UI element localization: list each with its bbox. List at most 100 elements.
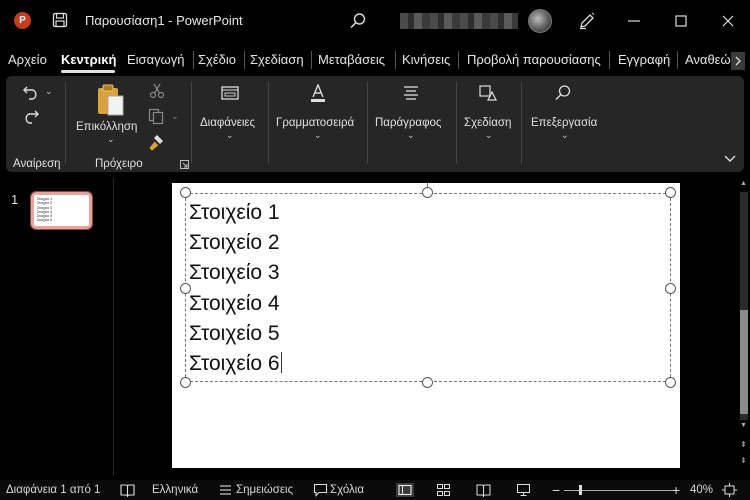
slide-sorter-icon[interactable] xyxy=(436,483,451,497)
active-tab-indicator xyxy=(61,70,115,73)
scroll-up-icon[interactable]: ▲ xyxy=(740,180,747,187)
slides-icon[interactable] xyxy=(220,85,240,101)
text-line: Στοιχείο 6 xyxy=(189,352,280,376)
language-status[interactable]: Ελληνικά xyxy=(152,484,198,496)
redo-icon[interactable] xyxy=(22,108,40,124)
paste-button[interactable]: Επικόλληση xyxy=(76,121,137,133)
clipboard-launcher-icon[interactable] xyxy=(180,160,189,169)
close-icon[interactable] xyxy=(718,11,738,31)
editing-button[interactable]: Επεξεργασία xyxy=(531,117,597,129)
title-bar: P Παρουσίαση1 - PowerPoint xyxy=(0,0,750,42)
zoom-slider-thumb[interactable] xyxy=(579,485,582,495)
slides-dropdown-icon[interactable]: ⌄ xyxy=(226,130,234,141)
text-box-content[interactable]: Στοιχείο 1 Στοιχείο 2 Στοιχείο 3 Στοιχεί… xyxy=(189,198,282,379)
rotate-handle[interactable] xyxy=(422,187,433,198)
comments-button[interactable]: Σχόλια xyxy=(330,484,364,496)
drawing-shapes-icon[interactable] xyxy=(478,84,498,102)
powerpoint-logo-icon: P xyxy=(14,12,31,29)
slide-show-icon[interactable] xyxy=(516,483,531,497)
resize-handle-bottom-left[interactable] xyxy=(180,377,191,388)
account-name-blurred xyxy=(400,13,518,29)
avatar[interactable] xyxy=(528,9,552,33)
editing-dropdown-icon[interactable]: ⌄ xyxy=(561,130,569,141)
ribbon: ⌄ Αναίρεση Επικόλληση ⌄ ⌄ Πρόχειρο Διαφά… xyxy=(6,76,744,172)
notes-icon[interactable] xyxy=(218,483,233,497)
paragraph-dropdown-icon[interactable]: ⌄ xyxy=(407,130,415,141)
previous-slide-icon[interactable]: ⇞ xyxy=(740,440,747,449)
tab-home[interactable]: Κεντρική xyxy=(61,52,116,67)
fit-to-window-icon[interactable] xyxy=(722,483,737,497)
resize-handle-right[interactable] xyxy=(665,283,676,294)
ribbon-collapse-icon[interactable] xyxy=(723,154,737,164)
scroll-down-icon[interactable]: ▼ xyxy=(740,422,747,429)
search-icon[interactable] xyxy=(349,12,367,30)
drawing-button[interactable]: Σχεδίαση xyxy=(464,117,511,129)
thumbnail-slide-number: 1 xyxy=(11,192,19,207)
paragraph-icon[interactable] xyxy=(402,85,420,101)
ribbon-divider xyxy=(268,82,269,164)
maximize-icon[interactable] xyxy=(671,11,691,31)
tab-design[interactable]: Σχεδίαση xyxy=(250,52,304,67)
paste-icon[interactable] xyxy=(95,83,127,119)
save-icon[interactable] xyxy=(52,12,68,28)
undo-group-label: Αναίρεση xyxy=(13,158,61,170)
scrollbar-thumb[interactable] xyxy=(740,310,748,414)
zoom-in-icon[interactable]: + xyxy=(672,482,680,498)
menu-divider xyxy=(395,51,396,69)
zoom-level[interactable]: 40% xyxy=(690,484,713,496)
cut-icon[interactable] xyxy=(149,83,165,99)
tab-slide-show[interactable]: Προβολή παρουσίασης xyxy=(467,52,601,67)
ribbon-tabs: Αρχείο Κεντρική Εισαγωγή Σχέδιο Σχεδίαση… xyxy=(0,46,750,74)
ribbon-tabs-scroll-icon[interactable] xyxy=(731,52,745,70)
font-icon[interactable] xyxy=(309,84,327,103)
zoom-out-icon[interactable]: − xyxy=(552,482,560,498)
undo-icon[interactable] xyxy=(22,84,40,100)
resize-handle-top-left[interactable] xyxy=(180,187,191,198)
comments-icon[interactable] xyxy=(313,483,328,497)
resize-handle-top-right[interactable] xyxy=(665,187,676,198)
paragraph-button[interactable]: Παράγραφος xyxy=(375,117,441,129)
menu-divider xyxy=(311,51,312,69)
text-line: Στοιχείο 2 xyxy=(189,231,280,255)
menu-divider xyxy=(244,51,245,69)
font-button[interactable]: Γραμματοσειρά xyxy=(276,117,354,129)
resize-handle-left[interactable] xyxy=(180,283,191,294)
next-slide-icon[interactable]: ⇟ xyxy=(740,456,747,465)
notes-button[interactable]: Σημειώσεις xyxy=(236,484,293,496)
copy-icon[interactable] xyxy=(148,108,166,125)
paste-dropdown-icon[interactable]: ⌄ xyxy=(107,134,115,145)
tab-record[interactable]: Εγγραφή xyxy=(618,52,670,67)
format-painter-icon[interactable] xyxy=(148,133,166,151)
font-dropdown-icon[interactable]: ⌄ xyxy=(314,130,322,141)
vertical-scrollbar[interactable]: ▲ ▼ ⇞ ⇟ xyxy=(738,178,750,476)
resize-handle-bottom-right[interactable] xyxy=(665,377,676,388)
text-line: Στοιχείο 4 xyxy=(189,291,280,315)
drawing-dropdown-icon[interactable]: ⌄ xyxy=(485,130,493,141)
normal-view-icon[interactable] xyxy=(396,483,414,497)
pen-icon[interactable] xyxy=(578,12,596,30)
reading-view-icon[interactable] xyxy=(476,483,491,497)
slide-thumbnail[interactable]: Στοιχείο 1 Στοιχείο 2 Στοιχείο 3 Στοιχείο 4… xyxy=(30,191,93,230)
pane-divider[interactable] xyxy=(113,178,114,476)
tab-draw[interactable]: Σχέδιο xyxy=(198,52,236,67)
ribbon-divider xyxy=(65,82,66,164)
accessibility-book-icon[interactable] xyxy=(120,483,135,497)
text-line: Στοιχείο 1 xyxy=(189,201,280,224)
resize-handle-bottom[interactable] xyxy=(422,377,433,388)
undo-dropdown-icon[interactable]: ⌄ xyxy=(45,86,53,97)
tab-animations[interactable]: Κινήσεις xyxy=(402,52,450,67)
document-title: Παρουσίαση1 - PowerPoint xyxy=(85,13,243,28)
slides-button[interactable]: Διαφάνειες xyxy=(200,117,255,129)
tab-insert[interactable]: Εισαγωγή xyxy=(127,52,184,67)
tab-transitions[interactable]: Μεταβάσεις xyxy=(318,52,385,67)
thumbnail-text-preview: Στοιχείο 1 Στοιχείο 2 Στοιχείο 3 Στοιχείο 4… xyxy=(37,197,53,223)
text-line: Στοιχείο 3 xyxy=(189,261,280,285)
ribbon-divider xyxy=(367,82,368,164)
ribbon-divider xyxy=(191,82,192,164)
editing-search-icon[interactable] xyxy=(554,84,572,102)
copy-dropdown-icon[interactable]: ⌄ xyxy=(171,111,179,122)
tab-file[interactable]: Αρχείο xyxy=(8,52,47,67)
minimize-icon[interactable] xyxy=(624,11,644,31)
tab-review[interactable]: Αναθεώ xyxy=(685,52,731,67)
text-line: Στοιχείο 5 xyxy=(189,321,280,345)
